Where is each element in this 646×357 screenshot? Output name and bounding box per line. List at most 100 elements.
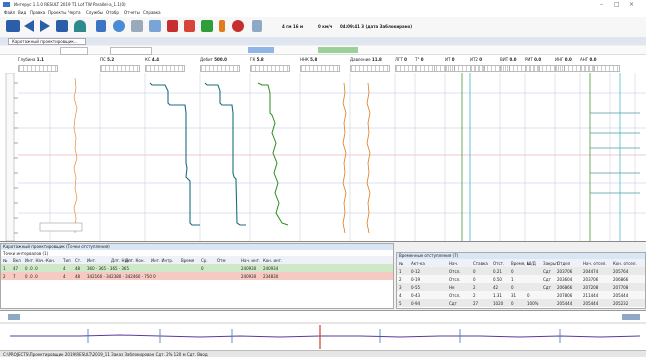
deviations-panel: Временные отступления (7) № Акт-ка Нач. Ста…: [396, 252, 646, 309]
table-cell: Длт. Кон.: [125, 258, 145, 263]
table-cell: 1: [511, 277, 514, 282]
close-icon[interactable]: ×: [629, 1, 634, 8]
table-cell: Не: [449, 285, 455, 290]
menu-file[interactable]: Файл: [4, 10, 15, 15]
intervals-panel: Каротажный проектировщик (Точки отступле…: [0, 243, 394, 309]
table-cell: 207806: [557, 293, 573, 298]
track-scale-bar: [350, 65, 390, 72]
export-icon[interactable]: [184, 20, 195, 32]
track-header-cell[interactable]: Т° 0: [415, 57, 424, 62]
track-header-cell[interactable]: ВИТ 0.0: [500, 57, 517, 62]
track-header-cell[interactable]: ННК 5.8: [300, 57, 317, 62]
menu-services[interactable]: Службы: [86, 10, 103, 15]
document-tab-strip: Каротажный проектировщик...: [0, 37, 646, 45]
add-icon[interactable]: [201, 20, 213, 32]
maximize-icon[interactable]: □: [614, 1, 620, 8]
table-cell: 2: [473, 293, 476, 298]
track-name: Давление: [350, 57, 372, 62]
menu-edit[interactable]: Правка: [30, 10, 45, 15]
track-header-cell[interactable]: КС 4.4: [145, 57, 159, 62]
table-cell: 240930: [241, 274, 257, 279]
menu-help[interactable]: Справка: [143, 10, 161, 15]
table-cell: Отсл.: [449, 277, 461, 282]
track-header-cell[interactable]: ПС 5.2: [100, 57, 114, 62]
table-cell: 1.31: [493, 293, 502, 298]
report-icon[interactable]: [167, 20, 178, 32]
table-cell: 0: [527, 293, 530, 298]
track-value: 0.0: [564, 57, 572, 62]
tab-logging-designer[interactable]: Каротажный проектировщик...: [8, 38, 86, 45]
track-header-cell[interactable]: ИТ 0: [445, 57, 455, 62]
track-header-cell[interactable]: Давление 11.8: [350, 57, 382, 62]
table-cell: Сдт: [543, 285, 551, 290]
table-cell: Инт. Интр.: [151, 258, 174, 263]
menu-view[interactable]: Вид: [18, 10, 26, 15]
track-value: 0: [404, 57, 407, 62]
menu-display[interactable]: Отобр: [106, 10, 119, 15]
track-scale-bar: [580, 65, 620, 72]
zoom-select[interactable]: [60, 47, 88, 55]
table-cell: 207208: [583, 285, 599, 290]
table-row[interactable]: 1 47 0 .0 .0 4 48 360 · 365 · 365 · 365 0 24093…: [1, 264, 393, 272]
play-icon[interactable]: [40, 20, 50, 32]
log-plot-svg: [5, 72, 646, 242]
skip-forward-icon[interactable]: [56, 20, 68, 32]
table-cell: 0 .0 .0: [25, 266, 38, 271]
stop-icon[interactable]: [232, 20, 244, 32]
table-cell: 203604: [557, 277, 573, 282]
table-cell: 47: [13, 266, 19, 271]
track-header-cell[interactable]: РИТ 0.0: [525, 57, 541, 62]
track-header-cell[interactable]: ИТ2 0: [470, 57, 482, 62]
pen-icon[interactable]: [131, 20, 143, 32]
minimize-icon[interactable]: –: [600, 1, 603, 8]
table-cell: 100%: [527, 301, 539, 306]
table-row[interactable]: 2 0-19 Отсл. 0 0.50 1 Сдт 203604 203706 206866: [397, 275, 645, 283]
status-text: C:\PROJECTS\Проектировщик 2019\RESULT\20…: [3, 352, 208, 357]
settings-icon[interactable]: [113, 20, 125, 32]
track-header-cell[interactable]: ЛГТ 0: [395, 57, 407, 62]
play-back-icon[interactable]: [24, 20, 34, 32]
track-name: ИТ2: [470, 57, 480, 62]
title-bar: Интерус 1.1.0 RESULT 2019 T1 Lof TW Para…: [0, 0, 646, 9]
table-row[interactable]: 5 0-94 Сдт 27 1020 0 100% 205444 205444 205232: [397, 299, 645, 307]
skip-back-icon[interactable]: [6, 20, 20, 32]
cross-section-zoom[interactable]: [622, 314, 640, 320]
save-icon[interactable]: [96, 20, 106, 32]
deviations-header-row: № Акт-ка Нач. Ставка Отст. Время, м Ш/Д Закрыт О…: [397, 259, 645, 267]
marker-icon[interactable]: [219, 20, 225, 32]
table-cell: Ср.: [201, 258, 208, 263]
table-cell: 0-55: [411, 285, 421, 290]
menu-projects[interactable]: Проекты: [48, 10, 66, 15]
table-cell: Нач. отсел.: [583, 261, 607, 266]
track-header-cell[interactable]: ГК 5.8: [250, 57, 264, 62]
table-row[interactable]: 4 0-43 Отсл. 2 1.31 31 0 207806 211444 205444: [397, 291, 645, 299]
table-cell: 2: [473, 285, 476, 290]
track-value: 500.0: [214, 57, 227, 62]
table-cell: 206866: [557, 285, 573, 290]
document-icon[interactable]: [252, 20, 262, 32]
table-cell: 48: [75, 274, 81, 279]
track-header-cell[interactable]: АНГ 0.0: [580, 57, 597, 62]
track-scale-bar: [100, 65, 140, 72]
table-cell: 0-19: [411, 277, 421, 282]
table-cell: 206866: [613, 277, 629, 282]
table-cell: 4: [63, 274, 66, 279]
up-arrow-icon[interactable]: [74, 20, 86, 32]
menu-reports[interactable]: Отчеты: [124, 10, 140, 15]
track-header-cell[interactable]: ИНГ 0.0: [555, 57, 572, 62]
curve-tools[interactable]: [318, 47, 358, 53]
view-toggle[interactable]: [248, 47, 274, 53]
track-value: 1.1: [36, 57, 44, 62]
cross-section-view[interactable]: [0, 310, 646, 353]
track-header-cell[interactable]: Глубина 1.1: [18, 57, 44, 62]
table-row[interactable]: 1 0-12 Отсл. 0 0.21 0 Сдт 203706 204474 205764: [397, 267, 645, 275]
track-header-cell[interactable]: Дебит 500.0: [200, 57, 227, 62]
open-folder-icon[interactable]: [149, 20, 161, 32]
log-plot-area[interactable]: [0, 72, 646, 242]
menu-draw[interactable]: Черта: [68, 10, 81, 15]
table-cell: 0: [473, 269, 476, 274]
table-cell: 2: [399, 277, 402, 282]
table-row[interactable]: 2 7 0 .0 .0 4 48 342160 · 342380 · 342460 · 7…: [1, 272, 393, 280]
table-row[interactable]: 3 0-55 Не 2 42 0 Сдт 206866 207208 207708: [397, 283, 645, 291]
scale-select[interactable]: [110, 47, 152, 55]
